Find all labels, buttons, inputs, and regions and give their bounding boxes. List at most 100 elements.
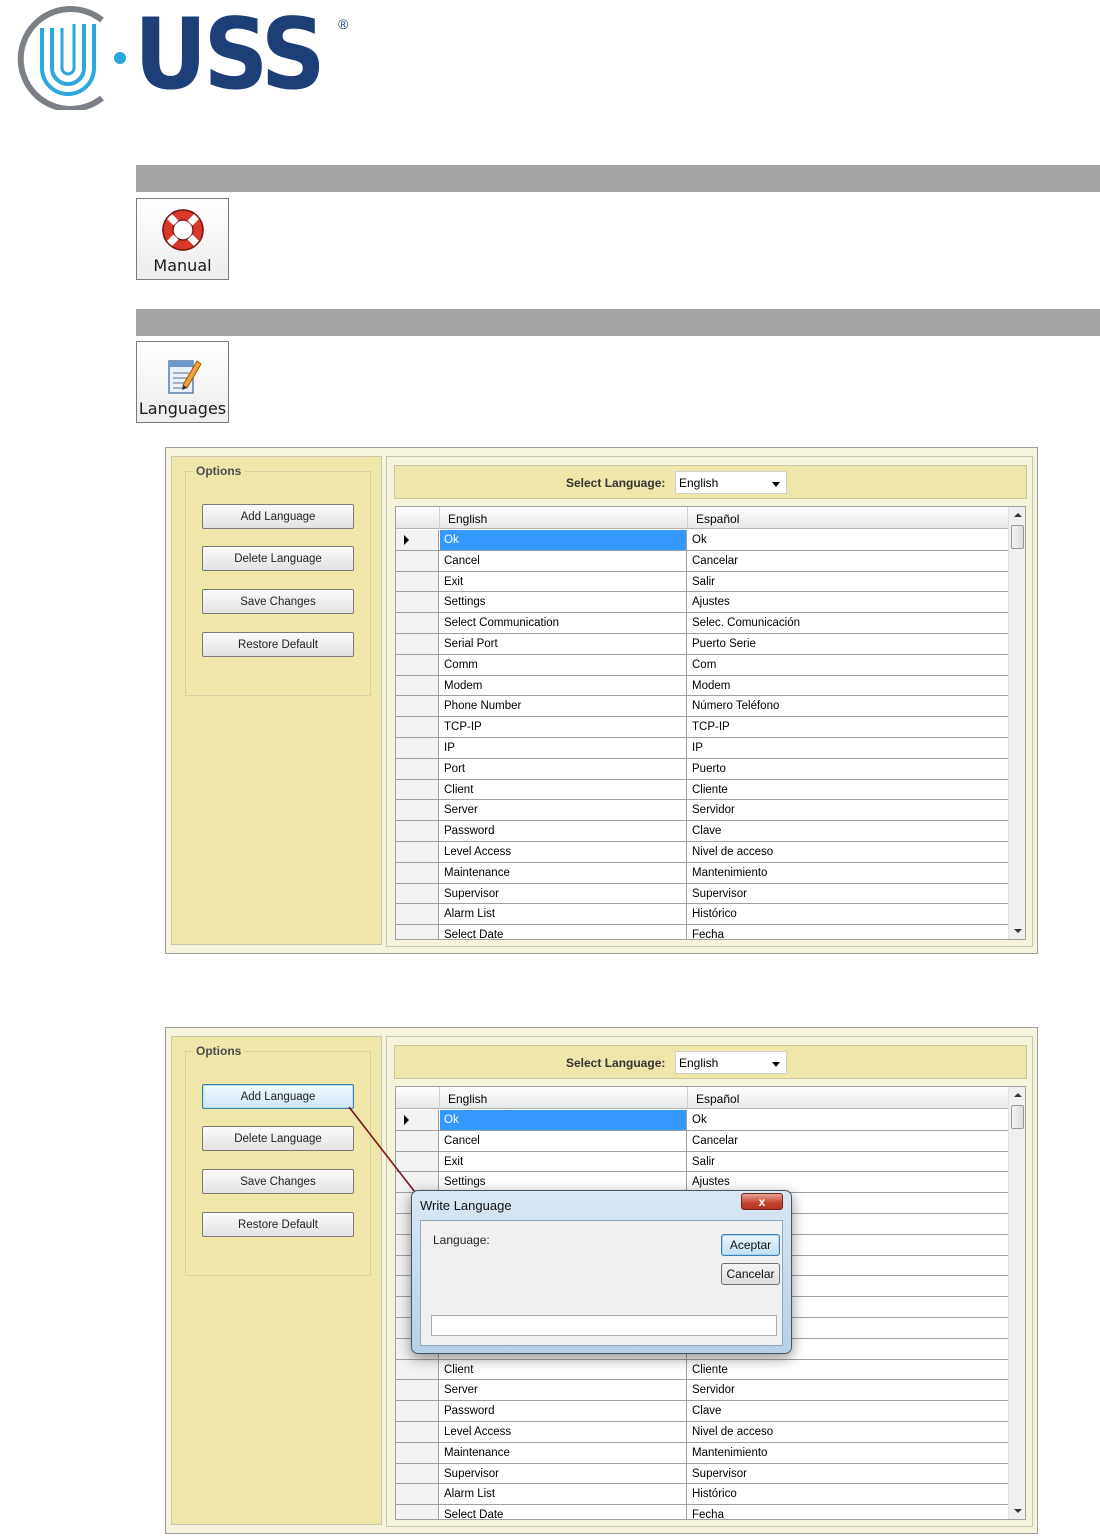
cell-english[interactable]: Client: [440, 779, 687, 800]
cell-espanol[interactable]: Clave: [688, 1401, 1008, 1421]
manual-button[interactable]: Manual: [136, 198, 229, 280]
row-header[interactable]: [396, 696, 439, 717]
table-row[interactable]: Level Access Nivel de acceso: [396, 841, 1008, 863]
column-header-espanol[interactable]: Español: [688, 507, 1008, 529]
cell-espanol[interactable]: Supervisor: [688, 884, 1008, 904]
cell-english[interactable]: Password: [440, 1401, 687, 1421]
row-header[interactable]: [396, 1130, 439, 1151]
languages-button[interactable]: Languages: [136, 341, 229, 423]
cell-espanol[interactable]: Puerto: [688, 759, 1008, 779]
cell-espanol[interactable]: Servidor: [688, 1380, 1008, 1400]
cell-english[interactable]: Serial Port: [440, 633, 687, 654]
cell-english[interactable]: Modem: [440, 675, 687, 696]
cell-english[interactable]: Phone Number: [440, 696, 687, 717]
table-row[interactable]: Client Cliente: [396, 1359, 1008, 1381]
select-language-dropdown[interactable]: English: [675, 1051, 787, 1074]
table-row[interactable]: Maintenance Mantenimiento: [396, 862, 1008, 884]
cancel-button[interactable]: Cancelar: [721, 1263, 780, 1285]
cell-espanol[interactable]: Nivel de acceso: [688, 842, 1008, 862]
cell-espanol[interactable]: Com: [688, 655, 1008, 675]
scroll-down-icon[interactable]: [1014, 929, 1022, 933]
close-button[interactable]: x: [741, 1193, 783, 1210]
save-changes-button[interactable]: Save Changes: [202, 589, 354, 614]
cell-espanol[interactable]: Supervisor: [688, 1464, 1008, 1484]
table-row[interactable]: Client Cliente: [396, 779, 1008, 801]
table-row[interactable]: Password Clave: [396, 1401, 1008, 1422]
row-header[interactable]: [396, 550, 439, 571]
table-row[interactable]: Select Date Fecha: [396, 1505, 1008, 1519]
cell-english[interactable]: Ok: [440, 1110, 687, 1130]
delete-language-button[interactable]: Delete Language: [202, 1126, 354, 1151]
cell-english[interactable]: TCP-IP: [440, 717, 687, 737]
row-header[interactable]: [396, 821, 439, 841]
cell-espanol[interactable]: Cancelar: [688, 1131, 1008, 1151]
cell-english[interactable]: Server: [440, 1380, 687, 1401]
row-header[interactable]: [396, 633, 439, 654]
cell-english[interactable]: Exit: [440, 1151, 687, 1172]
row-header[interactable]: [396, 779, 439, 800]
table-row[interactable]: Exit Salir: [396, 1151, 1008, 1173]
row-header[interactable]: [396, 1151, 439, 1172]
accept-button[interactable]: Aceptar: [721, 1234, 780, 1256]
cell-espanol[interactable]: Ajustes: [688, 592, 1008, 612]
row-header[interactable]: [396, 1421, 439, 1442]
cell-espanol[interactable]: Cliente: [688, 1360, 1008, 1380]
cell-english[interactable]: Level Access: [440, 1421, 687, 1442]
table-row[interactable]: Server Servidor: [396, 800, 1008, 822]
vertical-scrollbar[interactable]: [1008, 507, 1025, 939]
column-header-english[interactable]: English: [440, 1087, 688, 1109]
row-header[interactable]: [396, 1505, 439, 1519]
cell-english[interactable]: Exit: [440, 571, 687, 592]
cell-english[interactable]: Comm: [440, 654, 687, 675]
row-header[interactable]: [396, 841, 439, 862]
cell-espanol[interactable]: Número Teléfono: [688, 696, 1008, 716]
row-header[interactable]: [396, 1463, 439, 1484]
cell-espanol[interactable]: Histórico: [688, 1484, 1008, 1504]
table-row[interactable]: Server Servidor: [396, 1380, 1008, 1402]
table-row[interactable]: Exit Salir: [396, 571, 1008, 593]
cell-espanol[interactable]: Servidor: [688, 800, 1008, 820]
cell-espanol[interactable]: Fecha: [688, 1505, 1008, 1519]
column-header-english[interactable]: English: [440, 507, 688, 529]
cell-espanol[interactable]: Cliente: [688, 780, 1008, 800]
table-row[interactable]: Level Access Nivel de acceso: [396, 1421, 1008, 1443]
row-header[interactable]: [396, 925, 439, 939]
cell-espanol[interactable]: Cancelar: [688, 551, 1008, 571]
cell-espanol[interactable]: Selec. Comunicación: [688, 613, 1008, 633]
table-row[interactable]: Modem Modem: [396, 675, 1008, 697]
cell-english[interactable]: Settings: [440, 592, 687, 613]
cell-espanol[interactable]: Nivel de acceso: [688, 1422, 1008, 1442]
row-header[interactable]: [396, 758, 439, 779]
cell-english[interactable]: Client: [440, 1359, 687, 1380]
row-header[interactable]: [396, 717, 439, 737]
cell-espanol[interactable]: IP: [688, 738, 1008, 758]
cell-english[interactable]: Level Access: [440, 841, 687, 862]
row-header[interactable]: [396, 675, 439, 696]
cell-english[interactable]: Server: [440, 800, 687, 821]
cell-espanol[interactable]: Fecha: [688, 925, 1008, 939]
row-header[interactable]: [396, 1110, 439, 1130]
table-row[interactable]: Serial Port Puerto Serie: [396, 633, 1008, 655]
cell-english[interactable]: Ok: [440, 530, 687, 550]
row-header[interactable]: [396, 571, 439, 592]
cell-english[interactable]: Alarm List: [440, 1484, 687, 1505]
select-language-dropdown[interactable]: English: [675, 471, 787, 494]
table-row[interactable]: Alarm List Histórico: [396, 1484, 1008, 1506]
language-input[interactable]: [431, 1315, 777, 1336]
row-header[interactable]: [396, 654, 439, 675]
column-header-espanol[interactable]: Español: [688, 1087, 1008, 1109]
table-row[interactable]: Phone Number Número Teléfono: [396, 696, 1008, 718]
cell-espanol[interactable]: Ok: [688, 530, 1008, 550]
cell-espanol[interactable]: Salir: [688, 1152, 1008, 1172]
table-row[interactable]: Maintenance Mantenimiento: [396, 1442, 1008, 1464]
row-header[interactable]: [396, 800, 439, 821]
scroll-thumb[interactable]: [1011, 1105, 1024, 1129]
table-row[interactable]: Password Clave: [396, 821, 1008, 842]
table-row[interactable]: Supervisor Supervisor: [396, 883, 1008, 905]
scroll-down-icon[interactable]: [1014, 1509, 1022, 1513]
delete-language-button[interactable]: Delete Language: [202, 546, 354, 571]
table-row[interactable]: Select Date Fecha: [396, 925, 1008, 939]
cell-english[interactable]: Select Date: [440, 1505, 687, 1519]
row-header[interactable]: [396, 1442, 439, 1463]
save-changes-button[interactable]: Save Changes: [202, 1169, 354, 1194]
